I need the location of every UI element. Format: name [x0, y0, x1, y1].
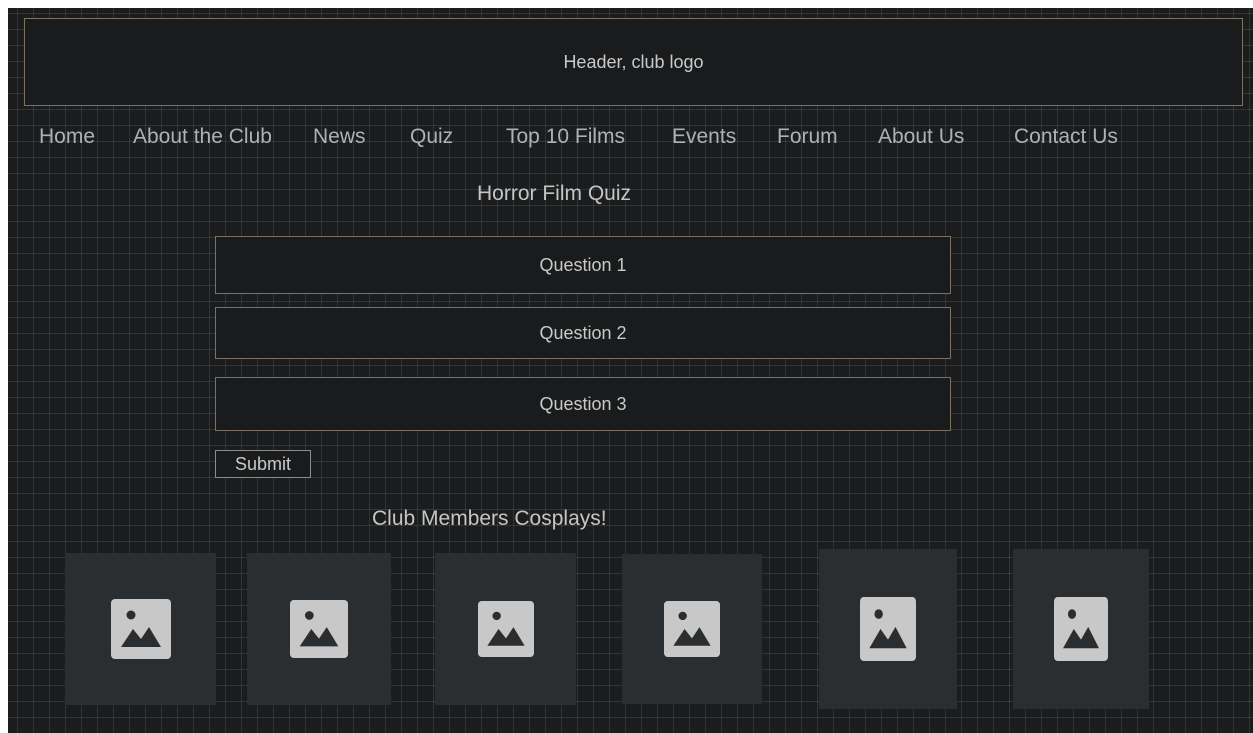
site-header: Header, club logo: [24, 18, 1243, 106]
nav-item-contact-us[interactable]: Contact Us: [1014, 124, 1118, 150]
question-2-label: Question 2: [539, 322, 627, 343]
image-placeholder-icon: [664, 599, 720, 659]
nav-item-forum[interactable]: Forum: [777, 124, 838, 150]
cosplay-photo-3[interactable]: [435, 553, 576, 705]
image-placeholder-icon: [290, 599, 348, 659]
nav-item-top-10-films[interactable]: Top 10 Films: [506, 124, 625, 150]
image-placeholder-icon: [110, 599, 171, 659]
question-1-field[interactable]: Question 1: [215, 236, 951, 294]
nav-item-quiz[interactable]: Quiz: [410, 124, 453, 150]
question-3-label: Question 3: [539, 393, 627, 414]
image-placeholder-icon: [860, 597, 916, 661]
header-logo-text: Header, club logo: [563, 51, 704, 72]
question-1-label: Question 1: [539, 254, 627, 275]
page-canvas: Header, club logo Home About the Club Ne…: [8, 8, 1253, 733]
nav-item-home[interactable]: Home: [39, 124, 95, 150]
cosplay-photo-4[interactable]: [622, 554, 762, 704]
cosplay-photo-5[interactable]: [819, 549, 957, 709]
gallery-title: Club Members Cosplays!: [372, 507, 607, 530]
image-placeholder-icon: [1054, 597, 1108, 661]
cosplay-photo-2[interactable]: [247, 553, 391, 705]
cosplay-photo-1[interactable]: [65, 553, 216, 705]
nav-item-about-us[interactable]: About Us: [878, 124, 964, 150]
question-3-field[interactable]: Question 3: [215, 377, 951, 431]
nav-item-events[interactable]: Events: [672, 124, 736, 150]
quiz-title: Horror Film Quiz: [477, 182, 632, 205]
image-placeholder-icon: [477, 599, 534, 659]
nav-item-about-the-club[interactable]: About the Club: [133, 124, 272, 150]
cosplay-photo-6[interactable]: [1013, 549, 1149, 709]
question-2-field[interactable]: Question 2: [215, 307, 951, 359]
nav-item-news[interactable]: News: [313, 124, 366, 150]
submit-button[interactable]: Submit: [215, 450, 311, 478]
